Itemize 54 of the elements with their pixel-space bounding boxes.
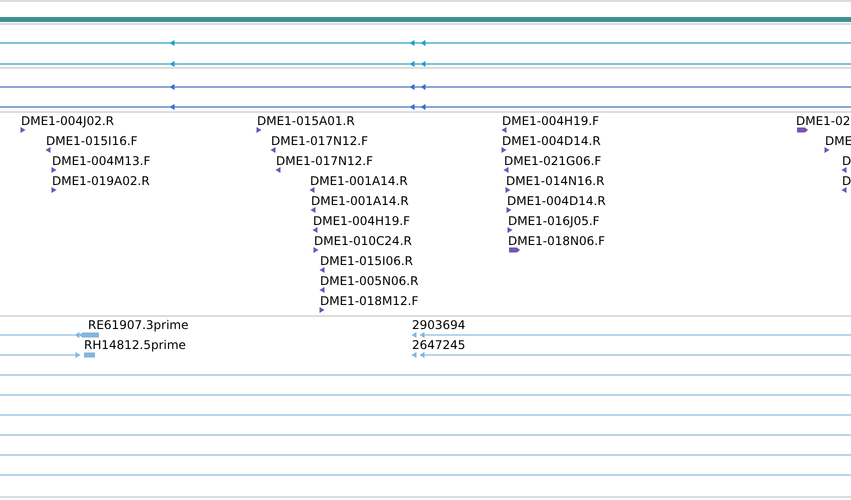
clone-label: DME1-005N06.R [320,274,418,288]
clone-label: DME1-018M12.F [320,294,418,308]
clone-end-marker[interactable] [46,147,50,153]
clone-end-marker[interactable] [270,147,276,153]
clone-label: DME1-004M13.F [52,154,150,168]
clone-end-marker[interactable] [502,127,506,133]
clone-label: DME1-016J05.F [508,214,600,228]
clone-end-marker[interactable] [508,227,512,233]
clone-label: DME1-021G06.F [504,154,602,168]
est-label: RH14812.5prime [84,338,186,352]
clone-end-marker[interactable] [310,187,314,193]
clone-label: DME1-014N16.R [506,174,604,188]
clone-label: DME1-004D14.R [507,194,606,208]
est-label: 2647245 [412,338,466,352]
clone-end-marker[interactable] [310,207,316,213]
clone-label: DME1-015I06.R [320,254,414,268]
clone-end-marker[interactable] [52,167,56,173]
clone-label: DME [825,134,851,148]
clone-end-marker[interactable] [256,127,262,133]
clone-label: DME1-010C24.R [314,234,412,248]
clone-end-marker[interactable] [502,147,506,153]
clone-label: DME1-018N06.F [508,234,606,248]
clone-label: DME1-004J02.R [21,114,114,128]
clone-end-marker[interactable] [842,187,846,193]
clone-end-marker[interactable] [52,187,56,193]
clone-end-marker[interactable] [312,227,318,233]
clone-end-marker[interactable] [506,187,510,193]
clone-label: DME1-001A14.R [310,174,408,188]
clone-label: DME1-015A01.R [257,114,355,128]
clone-end-marker[interactable] [506,207,512,213]
clone-end-marker[interactable] [504,167,508,173]
est-label: 2903694 [412,318,466,332]
clone-end-marker[interactable] [320,267,324,273]
clone-label: D [842,154,851,168]
clone-label: DME1-001A14.R [311,194,409,208]
clone-end-marker[interactable] [509,248,520,252]
clone-end-marker[interactable] [824,147,830,153]
clone-label: DME1-004H19.F [313,214,410,228]
clone-label: DME1-004H19.F [502,114,600,128]
clone-label: DME1-015I16.F [46,134,138,148]
clone-end-marker[interactable] [842,167,846,173]
clone-label: DME1-02 [796,114,850,128]
clone-label: DME1-004D14.R [502,134,601,148]
clone-end-marker[interactable] [276,167,280,173]
clone-end-marker[interactable] [320,287,324,293]
clone-end-marker[interactable] [314,247,318,253]
clone-end-marker[interactable] [797,128,808,132]
est-label: RE61907.3prime [88,318,188,332]
clone-label: DME1-019A02.R [52,174,150,188]
clone-label: DME1-017N12.F [271,134,368,148]
clone-end-marker[interactable] [320,307,324,313]
clone-label: D [842,174,851,188]
clone-label: DME1-017N12.F [276,154,374,168]
clone-end-marker[interactable] [20,127,26,133]
